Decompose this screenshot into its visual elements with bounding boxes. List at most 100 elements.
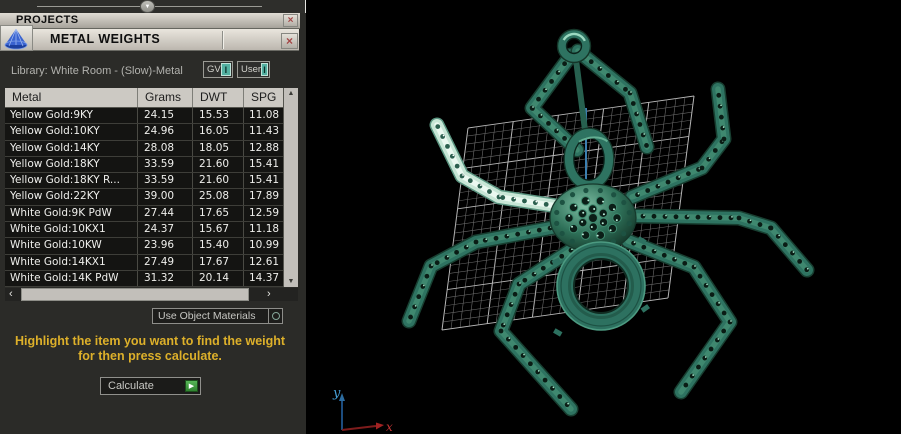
table-horizontal-scrollbar[interactable]: ‹ › (5, 288, 298, 301)
calculate-label: Calculate (108, 380, 154, 392)
column-header-spg[interactable]: SPG (244, 88, 283, 107)
slider-knob-icon[interactable]: ▼ (140, 0, 155, 13)
table-row[interactable]: Yellow Gold:9KY 24.15 15.53 11.08 (5, 108, 283, 125)
cell-metal: White Gold:14KX1 (5, 254, 138, 270)
axis-indicator-icon: y x (332, 386, 393, 434)
calculate-play-icon: ▶ (185, 380, 198, 392)
calculate-button[interactable]: Calculate ▶ (100, 377, 201, 395)
gv-indicator: I (220, 63, 231, 76)
column-header-dwt[interactable]: DWT (193, 88, 244, 107)
table-row[interactable]: Yellow Gold:18KY R... 33.59 21.60 15.41 (5, 173, 283, 190)
cell-spg: 14.37 (249, 271, 280, 284)
cell-spg: 12.88 (249, 141, 280, 154)
cell-metal: Yellow Gold:10KY (5, 124, 138, 140)
use-object-materials-dropdown[interactable]: Use Object Materials (152, 308, 283, 324)
app-window: ▼ PROJECTS × METAL WEIGHTS × Library: Wh… (0, 0, 901, 434)
instruction-line2: for then press calculate. (78, 349, 222, 363)
cell-dwt: 15.67 (193, 222, 244, 238)
panel-resize-strip: ▼ (0, 0, 306, 13)
cell-spg: 12.59 (249, 206, 280, 219)
table-row[interactable]: Yellow Gold:18KY 33.59 21.60 15.41 (5, 156, 283, 174)
table-row[interactable]: White Gold:14K PdW 31.32 20.14 14.37 (5, 270, 283, 288)
cell-metal: White Gold:10KX1 (5, 222, 138, 238)
3d-viewport[interactable]: y x (306, 0, 901, 434)
cell-dwt: 21.60 (193, 156, 244, 173)
cell-spg: 12.61 (249, 255, 280, 268)
table-vertical-scrollbar[interactable]: ▲ ▼ (283, 88, 298, 287)
cell-grams: 31.32 (138, 270, 193, 287)
spider-pendant-model[interactable] (401, 28, 815, 417)
table-row[interactable]: White Gold:10KW 23.96 15.40 10.99 (5, 238, 283, 255)
thorax-dome (549, 183, 637, 253)
projects-titlebar[interactable]: PROJECTS (0, 13, 300, 29)
instruction-line1: Highlight the item you want to find the … (14, 334, 286, 348)
cell-grams: 27.49 (138, 254, 193, 270)
scroll-up-icon[interactable]: ▲ (284, 90, 298, 97)
horizontal-scroll-thumb[interactable] (21, 288, 249, 301)
cell-grams: 33.59 (138, 173, 193, 189)
cell-dwt: 20.14 (193, 270, 244, 287)
metal-weights-panel: PROJECTS × METAL WEIGHTS × Library: Whit… (0, 13, 306, 434)
library-label: Library: White Room - (Slow)-Metal (11, 65, 183, 77)
cell-grams: 39.00 (138, 189, 193, 205)
cell-spg: 11.43 (249, 125, 280, 138)
cell-dwt: 21.60 (193, 173, 244, 189)
user-indicator: I (261, 63, 268, 76)
table-row[interactable]: Yellow Gold:14KY 28.08 18.05 12.88 (5, 140, 283, 157)
cell-metal: Yellow Gold:9KY (5, 108, 138, 124)
cell-spg: 15.41 (249, 157, 280, 170)
metal-weights-icon (0, 25, 33, 51)
metal-weights-close-button[interactable]: × (281, 33, 298, 49)
column-header-metal[interactable]: Metal (5, 88, 138, 107)
dropdown-indicator[interactable] (268, 309, 282, 323)
axis-x-label: x (386, 420, 393, 434)
cell-grams: 24.37 (138, 222, 193, 238)
table-row[interactable]: White Gold:10KX1 24.37 15.67 11.18 (5, 222, 283, 239)
cell-dwt: 18.05 (193, 140, 244, 156)
column-header-grams[interactable]: Grams (138, 88, 193, 107)
metal-table-body: Yellow Gold:9KY 24.15 15.53 11.08 Yellow Gol… (5, 108, 283, 288)
cell-grams: 33.59 (138, 156, 193, 173)
metal-weights-titlebar[interactable]: METAL WEIGHTS (33, 29, 299, 51)
gv-toggle-button[interactable]: GV I (203, 61, 233, 78)
cell-metal: Yellow Gold:22KY (5, 189, 138, 205)
cell-dwt: 15.53 (193, 108, 244, 124)
gv-label: GV (207, 64, 221, 75)
cell-spg: 17.89 (249, 190, 280, 203)
table-row[interactable]: White Gold:9K PdW 27.44 17.65 12.59 (5, 205, 283, 223)
cell-dwt: 25.08 (193, 189, 244, 205)
user-toggle-button[interactable]: User I (237, 61, 270, 78)
scroll-down-icon[interactable]: ▼ (284, 278, 298, 285)
cell-metal: Yellow Gold:14KY (5, 140, 138, 156)
cell-metal: Yellow Gold:18KY (5, 156, 138, 173)
cell-spg: 10.99 (249, 239, 280, 252)
cell-dwt: 16.05 (193, 124, 244, 140)
metal-table-header: Metal Grams DWT SPG (5, 88, 283, 108)
cell-metal: White Gold:9K PdW (5, 205, 138, 222)
table-row[interactable]: Yellow Gold:10KY 24.96 16.05 11.43 (5, 124, 283, 141)
instruction-text: Highlight the item you want to find the … (0, 334, 300, 364)
scroll-left-icon[interactable]: ‹ (9, 288, 13, 300)
cell-dwt: 15.40 (193, 238, 244, 254)
cell-grams: 28.08 (138, 140, 193, 156)
table-row[interactable]: White Gold:14KX1 27.49 17.67 12.61 (5, 254, 283, 271)
cell-metal: Yellow Gold:18KY R... (5, 173, 138, 189)
cell-metal: White Gold:14K PdW (5, 270, 138, 287)
scroll-right-icon[interactable]: › (267, 288, 271, 300)
cell-metal: White Gold:10KW (5, 238, 138, 254)
cell-spg: 15.41 (249, 174, 280, 187)
table-row[interactable]: Yellow Gold:22KY 39.00 25.08 17.89 (5, 189, 283, 206)
cell-dwt: 17.65 (193, 205, 244, 222)
cell-spg: 11.18 (249, 223, 280, 236)
cell-dwt: 17.67 (193, 254, 244, 270)
metal-weights-title: METAL WEIGHTS (50, 32, 161, 46)
cell-grams: 27.44 (138, 205, 193, 222)
user-label: User (241, 64, 262, 75)
cell-grams: 24.15 (138, 108, 193, 124)
radio-circle-icon (271, 312, 280, 320)
viewport-canvas: y x (332, 28, 815, 434)
axis-y-label: y (332, 386, 341, 401)
projects-close-button[interactable]: × (283, 14, 298, 27)
cell-grams: 24.96 (138, 124, 193, 140)
cell-grams: 23.96 (138, 238, 193, 254)
